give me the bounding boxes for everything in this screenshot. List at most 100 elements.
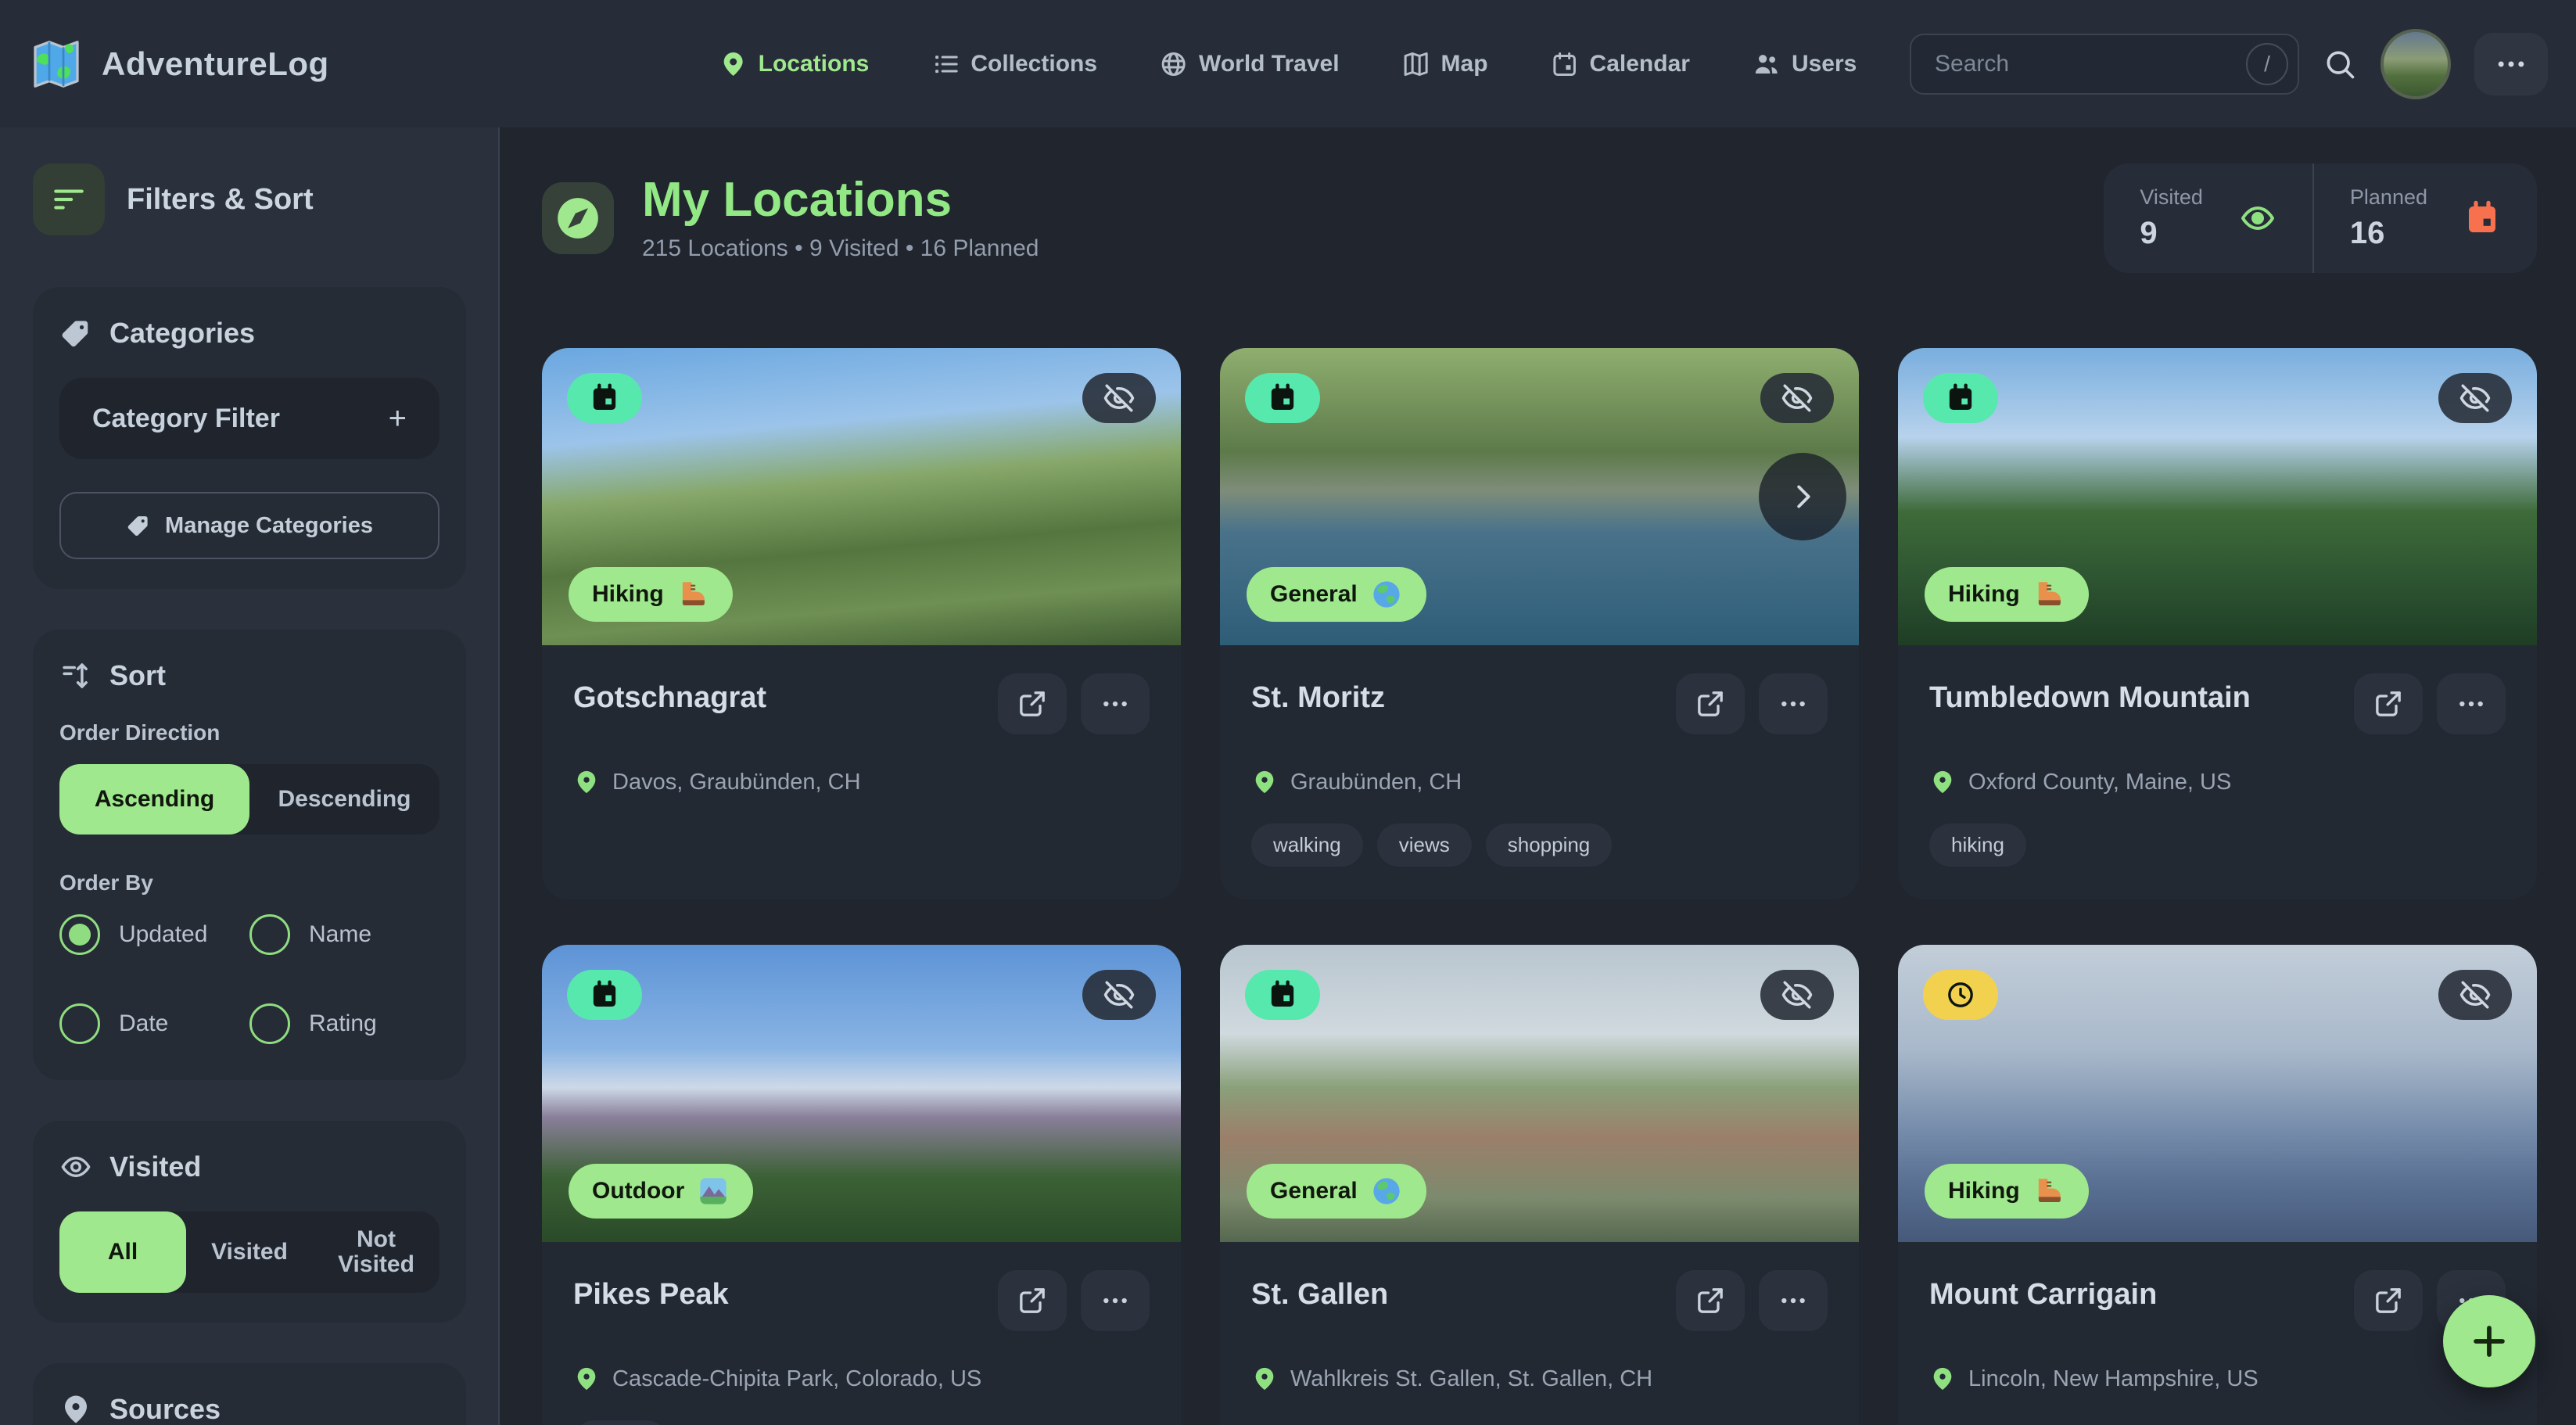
manage-categories-label: Manage Categories: [165, 513, 373, 539]
eye-icon: [2239, 199, 2276, 237]
open-location-button[interactable]: [1676, 1270, 1745, 1331]
nav-label: Locations: [759, 51, 870, 77]
nav-item-locations[interactable]: Locations: [719, 50, 870, 78]
nav-item-map[interactable]: Map: [1402, 50, 1488, 78]
nav-label: Collections: [970, 51, 1097, 77]
calendar-icon: [589, 382, 620, 414]
search-icon[interactable]: [2323, 47, 2357, 81]
user-avatar[interactable]: [2380, 29, 2451, 99]
eye-off-icon: [1103, 978, 1136, 1011]
card-more-button[interactable]: [1081, 673, 1150, 734]
tag-icon: [59, 317, 92, 350]
navbar-more-button[interactable]: [2474, 33, 2548, 95]
card-title-row: Pikes Peak: [573, 1270, 1150, 1331]
nav-item-users[interactable]: Users: [1753, 50, 1857, 78]
category-filter-collapse[interactable]: Category Filter +: [59, 378, 439, 459]
visited-stat-text: Visited 9: [2140, 185, 2203, 251]
card-body: Mount Carrigain: [1898, 1242, 2537, 1425]
open-location-button[interactable]: [2354, 1270, 2423, 1331]
users-icon: [1753, 50, 1781, 78]
earth-globe-emoji-icon: [1370, 578, 1403, 611]
tag-chip: views: [1377, 824, 1472, 867]
manage-categories-button[interactable]: Manage Categories: [59, 492, 439, 559]
location-title: St. Gallen: [1251, 1270, 1388, 1312]
order-by-date-radio[interactable]: Date: [59, 1003, 249, 1044]
location-photo: Hiking: [1898, 945, 2537, 1242]
card-actions: [998, 673, 1150, 734]
tag-list: walkingviewsshopping: [1251, 824, 1828, 867]
card-more-button[interactable]: [1759, 673, 1828, 734]
location-photo: Hiking: [1898, 348, 2537, 645]
planned-stat[interactable]: Planned 16: [2312, 163, 2537, 273]
card-body: Pikes Peak: [542, 1242, 1181, 1425]
status-badge: [567, 970, 642, 1020]
card-more-button[interactable]: [2437, 673, 2506, 734]
location-region: Cascade-Chipita Park, Colorado, US: [612, 1366, 981, 1392]
visited-stat-label: Visited: [2140, 185, 2203, 210]
location-row: Lincoln, New Hampshire, US: [1929, 1366, 2506, 1392]
location-region: Wahlkreis St. Gallen, St. Gallen, CH: [1290, 1366, 1652, 1392]
category-badge: Hiking: [1925, 567, 2089, 622]
card-more-button[interactable]: [1081, 1270, 1150, 1331]
location-card[interactable]: General St. Gallen: [1220, 945, 1859, 1425]
direction-ascending-option[interactable]: Ascending: [59, 764, 249, 835]
hiking-boot-emoji-icon: [2032, 1175, 2065, 1208]
tag-list: hiking: [1929, 824, 2506, 867]
sidebar-title: Filters & Sort: [127, 183, 314, 217]
order-by-updated-radio[interactable]: Updated: [59, 914, 249, 955]
location-card[interactable]: Hiking Mount Carrigain: [1898, 945, 2537, 1425]
location-card[interactable]: Hiking Gotschnagrat: [542, 348, 1181, 899]
nav-item-calendar[interactable]: Calendar: [1551, 50, 1690, 78]
page-header-left: My Locations 215 Locations • 9 Visited •…: [542, 174, 1039, 261]
open-location-button[interactable]: [998, 1270, 1067, 1331]
radio-label: Rating: [309, 1010, 377, 1037]
external-link-icon: [2373, 1285, 2404, 1316]
search-box: /: [1910, 34, 2299, 95]
card-body: St. Gallen: [1220, 1242, 1859, 1425]
visibility-hidden-badge: [1082, 970, 1156, 1020]
card-title-row: St. Gallen: [1251, 1270, 1828, 1331]
chevron-right-icon: [1785, 479, 1821, 515]
eye-icon: [59, 1150, 92, 1183]
status-badge: [1245, 970, 1320, 1020]
location-photo: Outdoor: [542, 945, 1181, 1242]
visited-stat-value: 9: [2140, 216, 2203, 251]
direction-descending-option[interactable]: Descending: [249, 764, 439, 835]
card-title-row: Tumbledown Mountain: [1929, 673, 2506, 734]
open-location-button[interactable]: [1676, 673, 1745, 734]
filter-icon: [49, 180, 88, 219]
search-input[interactable]: [1910, 34, 2299, 95]
order-by-rating-radio[interactable]: Rating: [249, 1003, 439, 1044]
category-label: General: [1270, 581, 1358, 608]
compass-tile: [542, 182, 614, 254]
location-title: Tumbledown Mountain: [1929, 673, 2251, 715]
card-title-row: St. Moritz: [1251, 673, 1828, 734]
location-card[interactable]: Outdoor Pikes Peak: [542, 945, 1181, 1425]
top-navbar: AdventureLog Locations Collections World…: [0, 0, 2576, 127]
open-location-button[interactable]: [998, 673, 1067, 734]
open-location-button[interactable]: [2354, 673, 2423, 734]
location-row: Cascade-Chipita Park, Colorado, US: [573, 1366, 1150, 1392]
visited-not-visited-option[interactable]: Not Visited: [313, 1211, 439, 1293]
brand[interactable]: AdventureLog: [28, 36, 329, 92]
map-icon: [1402, 50, 1430, 78]
add-location-button[interactable]: [2443, 1295, 2535, 1387]
next-photo-button[interactable]: [1759, 453, 1846, 540]
visited-visited-option[interactable]: Visited: [186, 1211, 313, 1293]
radio-icon: [59, 1003, 100, 1044]
visited-stat[interactable]: Visited 9: [2104, 163, 2312, 273]
order-by-name-radio[interactable]: Name: [249, 914, 439, 955]
order-direction-toggle: Ascending Descending: [59, 764, 439, 835]
location-card[interactable]: General St. Moritz: [1220, 348, 1859, 899]
nav-item-world-travel[interactable]: World Travel: [1160, 50, 1340, 78]
nav-item-collections[interactable]: Collections: [931, 50, 1097, 78]
radio-icon: [249, 914, 290, 955]
location-card[interactable]: Hiking Tumbledown Mountain: [1898, 348, 2537, 899]
external-link-icon: [1017, 688, 1048, 720]
visited-all-option[interactable]: All: [59, 1211, 186, 1293]
status-badge: [567, 373, 642, 423]
card-more-button[interactable]: [1759, 1270, 1828, 1331]
tag-list: views: [573, 1420, 1150, 1425]
globe-icon: [1160, 50, 1188, 78]
plus-icon: [2467, 1319, 2512, 1364]
